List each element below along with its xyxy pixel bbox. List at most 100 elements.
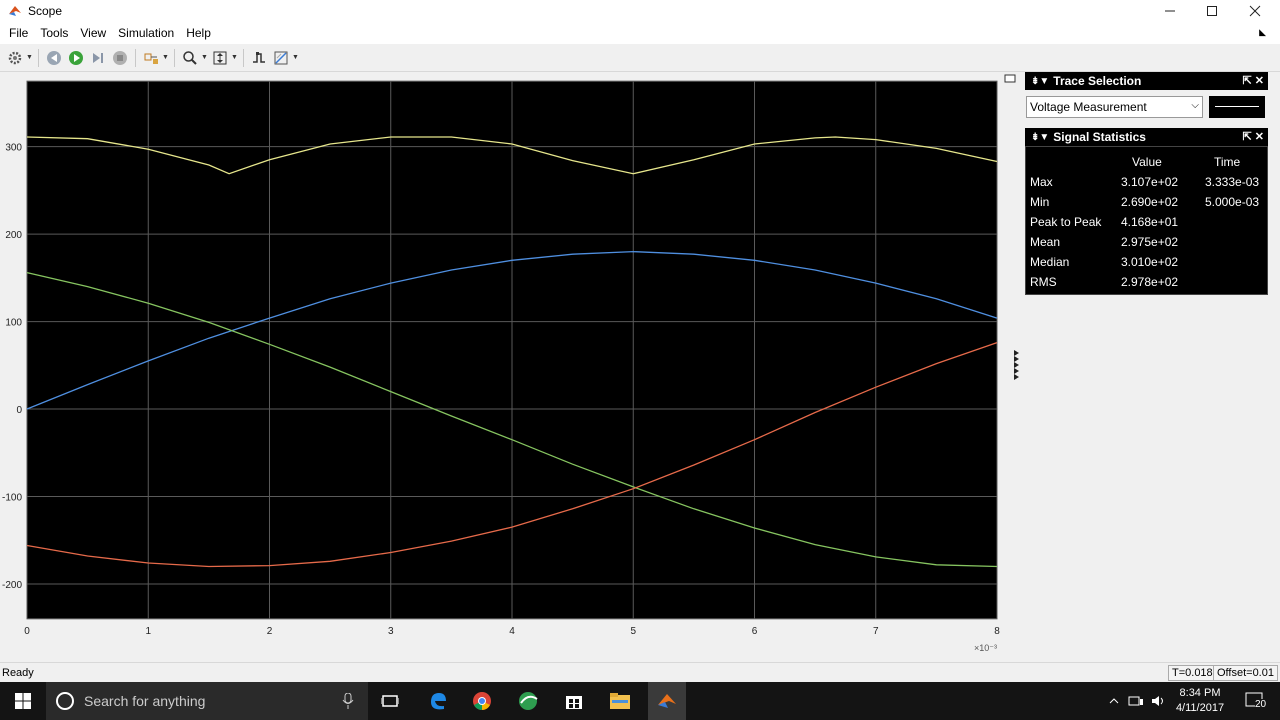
menu-file[interactable]: File — [3, 26, 34, 40]
maximize-icon — [1207, 6, 1217, 16]
matlab-app[interactable] — [648, 682, 686, 720]
photos-app-icon — [519, 692, 538, 710]
menu-help[interactable]: Help — [180, 26, 217, 40]
stat-value: 2.978e+02 — [1121, 275, 1179, 289]
stop-icon — [113, 50, 127, 65]
menu-view[interactable]: View — [74, 26, 112, 40]
x-tick-label: 1 — [145, 626, 151, 637]
chrome-app[interactable] — [464, 682, 500, 720]
task-view-icon — [381, 695, 399, 707]
toolbar-separator — [174, 48, 175, 67]
action-center-button[interactable]: 20 — [1238, 682, 1272, 720]
stat-value: 2.690e+02 — [1121, 195, 1179, 209]
status-text: Ready — [2, 666, 34, 679]
zoom-icon — [183, 50, 197, 65]
highlight-button[interactable] — [140, 47, 162, 69]
toolbar: ▼ ▼ ▼ ▼ ▼ — [0, 44, 1280, 72]
settings-dropdown-icon[interactable]: ▼ — [26, 54, 34, 61]
gear-icon — [8, 51, 22, 64]
x-tick-label: 7 — [873, 626, 879, 637]
trace-selection-dropdown[interactable]: Voltage Measurement ⌵ — [1026, 96, 1203, 118]
column-header-value: Value — [1132, 155, 1162, 169]
undock-close-icon[interactable]: ⇱ ✕ — [1243, 74, 1265, 87]
expand-panel-icon — [1004, 74, 1016, 83]
stop-button[interactable] — [109, 47, 131, 69]
trace-line-style-swatch[interactable] — [1209, 96, 1265, 118]
menu-tools[interactable]: Tools — [34, 26, 74, 40]
volume-tray[interactable] — [1148, 682, 1168, 720]
network-tray[interactable] — [1126, 682, 1146, 720]
file-explorer-app[interactable] — [602, 682, 638, 720]
settings-button[interactable] — [4, 47, 26, 69]
scope-chart[interactable]: 0 1 2 3 4 5 6 7 8 300 200 100 0 -100 -200 ×10⁻³ — [0, 72, 1022, 662]
highlight-simulink-block-icon — [144, 53, 158, 64]
matlab-logo-icon — [9, 6, 21, 16]
edge-app[interactable] — [420, 682, 456, 720]
close-button[interactable] — [1233, 0, 1277, 22]
microphone-icon[interactable] — [342, 693, 354, 709]
zoom-button[interactable] — [179, 47, 201, 69]
y-tick-label: 300 — [5, 143, 22, 154]
maximize-button[interactable] — [1190, 0, 1234, 22]
stat-label: Min — [1030, 195, 1050, 209]
undock-close-icon[interactable]: ⇱ ✕ — [1243, 130, 1265, 143]
title-bar: Scope — [0, 0, 1280, 22]
autoscale-icon — [213, 51, 227, 64]
stat-value: 3.010e+02 — [1121, 255, 1179, 269]
stat-value: 4.168e+01 — [1121, 215, 1179, 229]
clock-date: 4/11/2017 — [1175, 702, 1225, 714]
notification-count: 20 — [1255, 699, 1267, 710]
splitter-arrow-icon — [1014, 350, 1019, 356]
task-view-button[interactable] — [372, 682, 408, 720]
tray-clock[interactable]: 8:34 PM 4/11/2017 — [1170, 686, 1230, 716]
search-placeholder: Search for anything — [84, 693, 206, 709]
triggers-button[interactable] — [248, 47, 270, 69]
step-forward-button[interactable] — [87, 47, 109, 69]
tray-overflow-button[interactable] — [1104, 682, 1124, 720]
media-app[interactable] — [508, 682, 548, 720]
table-row: Max 3.107e+02 3.333e-03 — [1026, 175, 1269, 195]
minimize-button[interactable] — [1148, 0, 1192, 22]
store-icon — [566, 696, 582, 709]
edge-browser-icon — [431, 693, 446, 710]
y-tick-label: 200 — [5, 230, 22, 241]
dock-arrow-icon[interactable]: ◣ — [1253, 27, 1272, 38]
step-forward-icon — [93, 52, 103, 63]
highlight-dropdown-icon[interactable]: ▼ — [162, 54, 170, 61]
store-app[interactable] — [556, 682, 592, 720]
table-row: Peak to Peak 4.168e+01 — [1026, 215, 1269, 235]
start-button[interactable] — [0, 682, 46, 720]
matlab-logo-icon — [658, 694, 676, 708]
y-tick-label: -200 — [2, 580, 22, 591]
taskbar: Search for anything 8:34 PM 4/11/2017 20 — [0, 682, 1280, 720]
collapse-icon[interactable]: ⇟▼ — [1031, 76, 1049, 87]
taskbar-search[interactable]: Search for anything — [46, 682, 368, 720]
chevron-up-icon — [1109, 698, 1119, 704]
toolbar-separator — [243, 48, 244, 67]
measurements-dropdown-icon[interactable]: ▼ — [292, 54, 300, 61]
splitter-arrow-icon — [1014, 362, 1019, 368]
cortana-icon — [56, 692, 74, 710]
splitter-arrow-icon — [1014, 374, 1019, 380]
stat-label: Peak to Peak — [1030, 215, 1102, 229]
status-time: T=0.018 — [1168, 665, 1217, 681]
autoscale-button[interactable] — [209, 47, 231, 69]
collapse-icon[interactable]: ⇟▼ — [1031, 132, 1049, 143]
signal-statistics-table: Value Time Max 3.107e+02 3.333e-03 Min 2… — [1025, 146, 1268, 295]
measurements-button[interactable] — [270, 47, 292, 69]
trigger-icon — [253, 51, 265, 63]
zoom-dropdown-icon[interactable]: ▼ — [201, 54, 209, 61]
table-row: RMS 2.978e+02 — [1026, 275, 1269, 295]
stat-value: 2.975e+02 — [1121, 235, 1179, 249]
autoscale-dropdown-icon[interactable]: ▼ — [231, 54, 239, 61]
y-tick-label: 100 — [5, 318, 22, 329]
x-tick-label: 5 — [630, 626, 636, 637]
menu-simulation[interactable]: Simulation — [112, 26, 180, 40]
stat-label: Max — [1030, 175, 1053, 189]
splitter-arrow-icon — [1014, 356, 1019, 362]
status-bar: Ready T=0.018 Offset=0.01 — [0, 662, 1280, 682]
clock-time: 8:34 PM — [1179, 687, 1221, 699]
run-button[interactable] — [65, 47, 87, 69]
stat-label: Mean — [1030, 235, 1061, 249]
step-back-button[interactable] — [43, 47, 65, 69]
